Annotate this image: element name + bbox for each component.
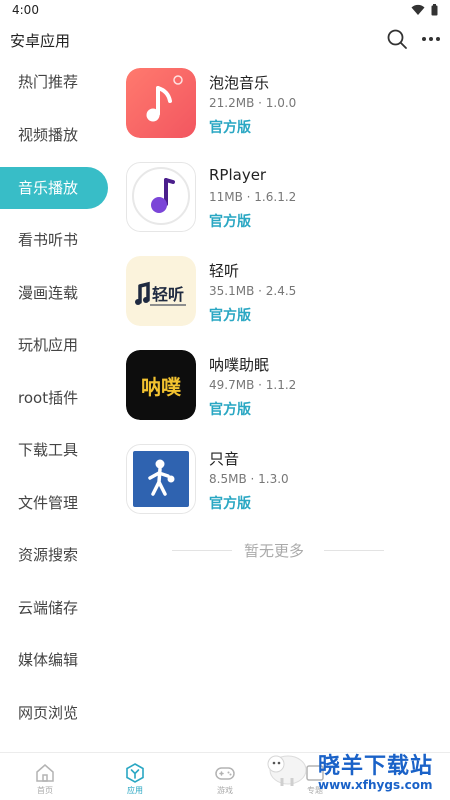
category-sidebar: 热门推荐 视频播放 音乐播放 看书听书 漫画连载 玩机应用 root插件 下载工…	[0, 56, 112, 752]
official-badge: 官方版	[209, 496, 251, 512]
status-time: 4:00	[12, 3, 39, 17]
qingting-app-icon: 轻听	[126, 256, 196, 326]
sheep-logo-icon	[267, 755, 307, 786]
tab-home[interactable]: 首页	[0, 753, 90, 800]
category-books[interactable]: 看书听书	[0, 219, 108, 261]
app-meta: 35.1MB · 2.4.5	[209, 284, 297, 298]
category-video[interactable]: 视频播放	[0, 114, 108, 156]
official-badge: 官方版	[209, 402, 251, 418]
app-name: 呐噗助眠	[209, 356, 270, 374]
app-name: 只音	[209, 450, 240, 468]
page-title: 安卓应用	[10, 32, 71, 50]
category-resource-search[interactable]: 资源搜索	[0, 534, 108, 576]
tab-apps[interactable]: 应用	[90, 753, 180, 800]
more-options-icon[interactable]	[420, 28, 442, 50]
category-web-browser[interactable]: 网页浏览	[0, 692, 108, 734]
zhiyin-app-icon	[126, 444, 196, 514]
category-comics[interactable]: 漫画连载	[0, 272, 108, 314]
category-cloud-storage[interactable]: 云端储存	[0, 587, 108, 629]
rplayer-app-icon	[126, 162, 196, 232]
app-name: 泡泡音乐	[209, 74, 270, 92]
gamepad-icon	[215, 767, 235, 780]
app-name: 轻听	[209, 262, 240, 280]
category-download-tools[interactable]: 下载工具	[0, 429, 108, 471]
battery-icon	[431, 4, 438, 16]
site-watermark: 晓羊下载站 www.xfhygs.com	[258, 744, 450, 800]
list-item[interactable]: 只音 8.5MB · 1.3.0 官方版	[126, 444, 426, 524]
watermark-url: www.xfhygs.com	[318, 778, 433, 792]
official-badge: 官方版	[209, 120, 251, 136]
category-media-edit[interactable]: 媒体编辑	[0, 639, 108, 681]
home-icon	[36, 764, 54, 782]
list-end-marker: 暂无更多	[172, 540, 384, 562]
category-root-plugins[interactable]: root插件	[0, 377, 108, 419]
tab-label: 应用	[127, 786, 143, 795]
list-item[interactable]: 泡泡音乐 21.2MB · 1.0.0 官方版	[126, 68, 426, 148]
paopao-music-app-icon	[126, 68, 196, 138]
app-bar: 安卓应用	[0, 22, 450, 56]
app-meta: 11MB · 1.6.1.2	[209, 190, 297, 204]
list-item[interactable]: 轻听 轻听 35.1MB · 2.4.5 官方版	[126, 256, 426, 336]
tab-label: 首页	[37, 786, 53, 795]
category-phone-tools[interactable]: 玩机应用	[0, 324, 108, 366]
official-badge: 官方版	[209, 214, 251, 230]
tab-games[interactable]: 游戏	[180, 753, 270, 800]
divider	[324, 550, 384, 551]
app-icon-label: 呐噗	[141, 375, 182, 399]
app-list: 泡泡音乐 21.2MB · 1.0.0 官方版 RPlayer 11MB · 1…	[112, 56, 450, 752]
list-item[interactable]: 呐噗 呐噗助眠 49.7MB · 1.1.2 官方版	[126, 350, 426, 430]
category-hot[interactable]: 热门推荐	[0, 61, 108, 103]
divider	[172, 550, 232, 551]
apps-icon	[126, 763, 144, 783]
search-icon[interactable]	[386, 28, 408, 50]
status-bar: 4:00	[0, 0, 450, 22]
app-icon-label: 轻听	[152, 285, 184, 304]
app-meta: 21.2MB · 1.0.0	[209, 96, 297, 110]
nape-sleep-app-icon: 呐噗	[126, 350, 196, 420]
wifi-icon	[411, 4, 425, 15]
category-file-manager[interactable]: 文件管理	[0, 482, 108, 524]
app-meta: 8.5MB · 1.3.0	[209, 472, 289, 486]
tab-label: 游戏	[217, 786, 233, 795]
category-music[interactable]: 音乐播放	[0, 167, 108, 209]
list-item[interactable]: RPlayer 11MB · 1.6.1.2 官方版	[126, 162, 426, 242]
app-meta: 49.7MB · 1.1.2	[209, 378, 297, 392]
official-badge: 官方版	[209, 308, 251, 324]
app-name: RPlayer	[209, 166, 267, 184]
list-end-text: 暂无更多	[244, 542, 305, 560]
watermark-title: 晓羊下载站	[318, 754, 434, 779]
